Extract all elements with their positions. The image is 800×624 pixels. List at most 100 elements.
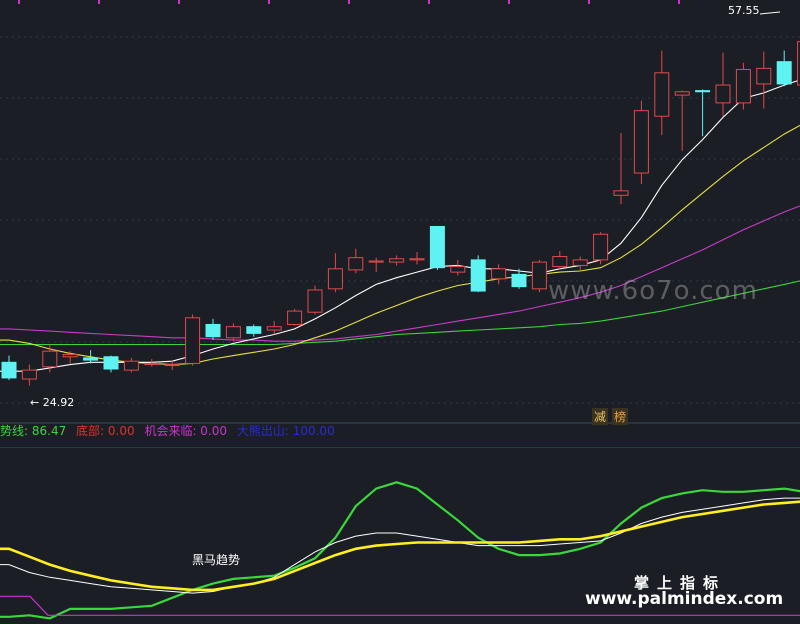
candle-body — [409, 258, 425, 261]
candle-35 — [715, 52, 731, 117]
candle-body — [83, 357, 99, 361]
candle-body — [552, 256, 568, 268]
high-price-label: 57.55 — [728, 4, 760, 17]
candle-body — [470, 259, 486, 292]
top-tick-6 — [508, 0, 510, 4]
candle-4 — [83, 350, 99, 364]
top-tick-7 — [588, 0, 590, 4]
candle-body — [389, 258, 405, 263]
candle-28 — [572, 256, 588, 270]
top-ticks — [18, 0, 781, 15]
top-tick-5 — [428, 0, 430, 4]
candle-body — [21, 369, 37, 380]
candle-body — [185, 317, 201, 364]
candle-body — [674, 91, 690, 96]
candle-body — [633, 110, 649, 174]
candle-body — [654, 72, 670, 117]
candle-12 — [246, 324, 262, 337]
candle-body — [103, 356, 119, 370]
candle-16 — [327, 253, 343, 293]
candle-body — [735, 68, 751, 104]
candle-34 — [695, 89, 711, 137]
candle-20 — [409, 252, 425, 265]
candle-body — [695, 90, 711, 93]
candle-body — [225, 326, 241, 339]
candle-body — [450, 266, 466, 273]
stock-chart — [0, 0, 800, 620]
ma-magenta-line — [0, 205, 800, 342]
candle-body — [164, 364, 180, 367]
candle-13 — [266, 321, 282, 335]
candle-body — [42, 350, 58, 368]
legend-opportunity: 机会来临: 0.00 — [144, 424, 228, 438]
legend-hidden: 大熊出山: 100.00 — [236, 424, 335, 438]
legend-bottom: 底部: 0.00 — [76, 424, 135, 438]
candle-27 — [552, 250, 568, 270]
candle-18 — [368, 257, 384, 273]
watermark-site2: www.palmindex.com — [585, 589, 784, 609]
indicator-legend: 势线: 86.47 底部: 0.00 机会来临: 0.00 大熊出山: 100.… — [0, 424, 341, 438]
candle-32 — [654, 50, 670, 136]
candle-body — [327, 268, 343, 290]
candle-body — [429, 225, 445, 269]
candle-9 — [185, 314, 201, 366]
candle-22 — [450, 259, 466, 276]
candle-0 — [1, 355, 17, 381]
candle-body — [348, 257, 364, 271]
candle-body — [593, 233, 609, 261]
high-price-arrow — [759, 11, 781, 15]
candle-30 — [613, 132, 629, 205]
candle-31 — [633, 100, 649, 185]
candle-body — [715, 84, 731, 104]
candle-38 — [776, 50, 792, 87]
dark-horse-annotation: 黑马趋势 — [192, 553, 241, 567]
candle-11 — [225, 323, 241, 342]
candle-23 — [470, 255, 486, 293]
top-tick-8 — [678, 0, 680, 4]
top-tick-3 — [268, 0, 270, 4]
low-price-label-arrow: ← 24.92 — [30, 396, 75, 409]
candlesticks — [1, 41, 800, 386]
candle-26 — [531, 259, 547, 293]
moving-average-lines — [0, 79, 800, 372]
candle-body — [1, 361, 17, 379]
candle-body — [246, 326, 262, 334]
candle-19 — [389, 255, 405, 266]
top-tick-0 — [18, 0, 20, 4]
candle-body — [531, 261, 547, 290]
candle-body — [123, 360, 139, 371]
candle-17 — [348, 248, 364, 274]
candle-37 — [756, 51, 772, 109]
tag-reduce: 减 — [592, 408, 609, 425]
candle-body — [205, 323, 221, 338]
candle-1 — [21, 364, 37, 386]
candle-29 — [593, 232, 609, 265]
candle-5 — [103, 355, 119, 373]
candle-15 — [307, 285, 323, 315]
candle-33 — [674, 90, 690, 151]
candle-body — [613, 190, 629, 196]
legend-trend-line: 势线: 86.47 — [0, 424, 67, 438]
candle-21 — [429, 225, 445, 270]
candle-14 — [287, 308, 303, 326]
top-tick-4 — [348, 0, 350, 4]
candle-body — [62, 354, 78, 358]
candle-body — [776, 61, 792, 85]
candle-3 — [62, 351, 78, 364]
candle-body — [572, 259, 588, 266]
candle-6 — [123, 357, 139, 373]
candle-body — [511, 273, 527, 288]
top-tick-2 — [178, 0, 180, 4]
top-tick-1 — [98, 0, 100, 4]
ma-white-line — [0, 79, 800, 372]
low-price-label: 24.92 — [42, 396, 75, 409]
candle-body — [491, 268, 507, 280]
watermark-site: www.6o7o.com — [548, 276, 758, 306]
candle-body — [368, 260, 384, 263]
candle-body — [756, 67, 772, 85]
tag-rank: 榜 — [612, 408, 629, 425]
candle-body — [287, 310, 303, 325]
candle-36 — [735, 62, 751, 110]
candle-body — [266, 326, 282, 331]
candle-body — [307, 289, 323, 313]
